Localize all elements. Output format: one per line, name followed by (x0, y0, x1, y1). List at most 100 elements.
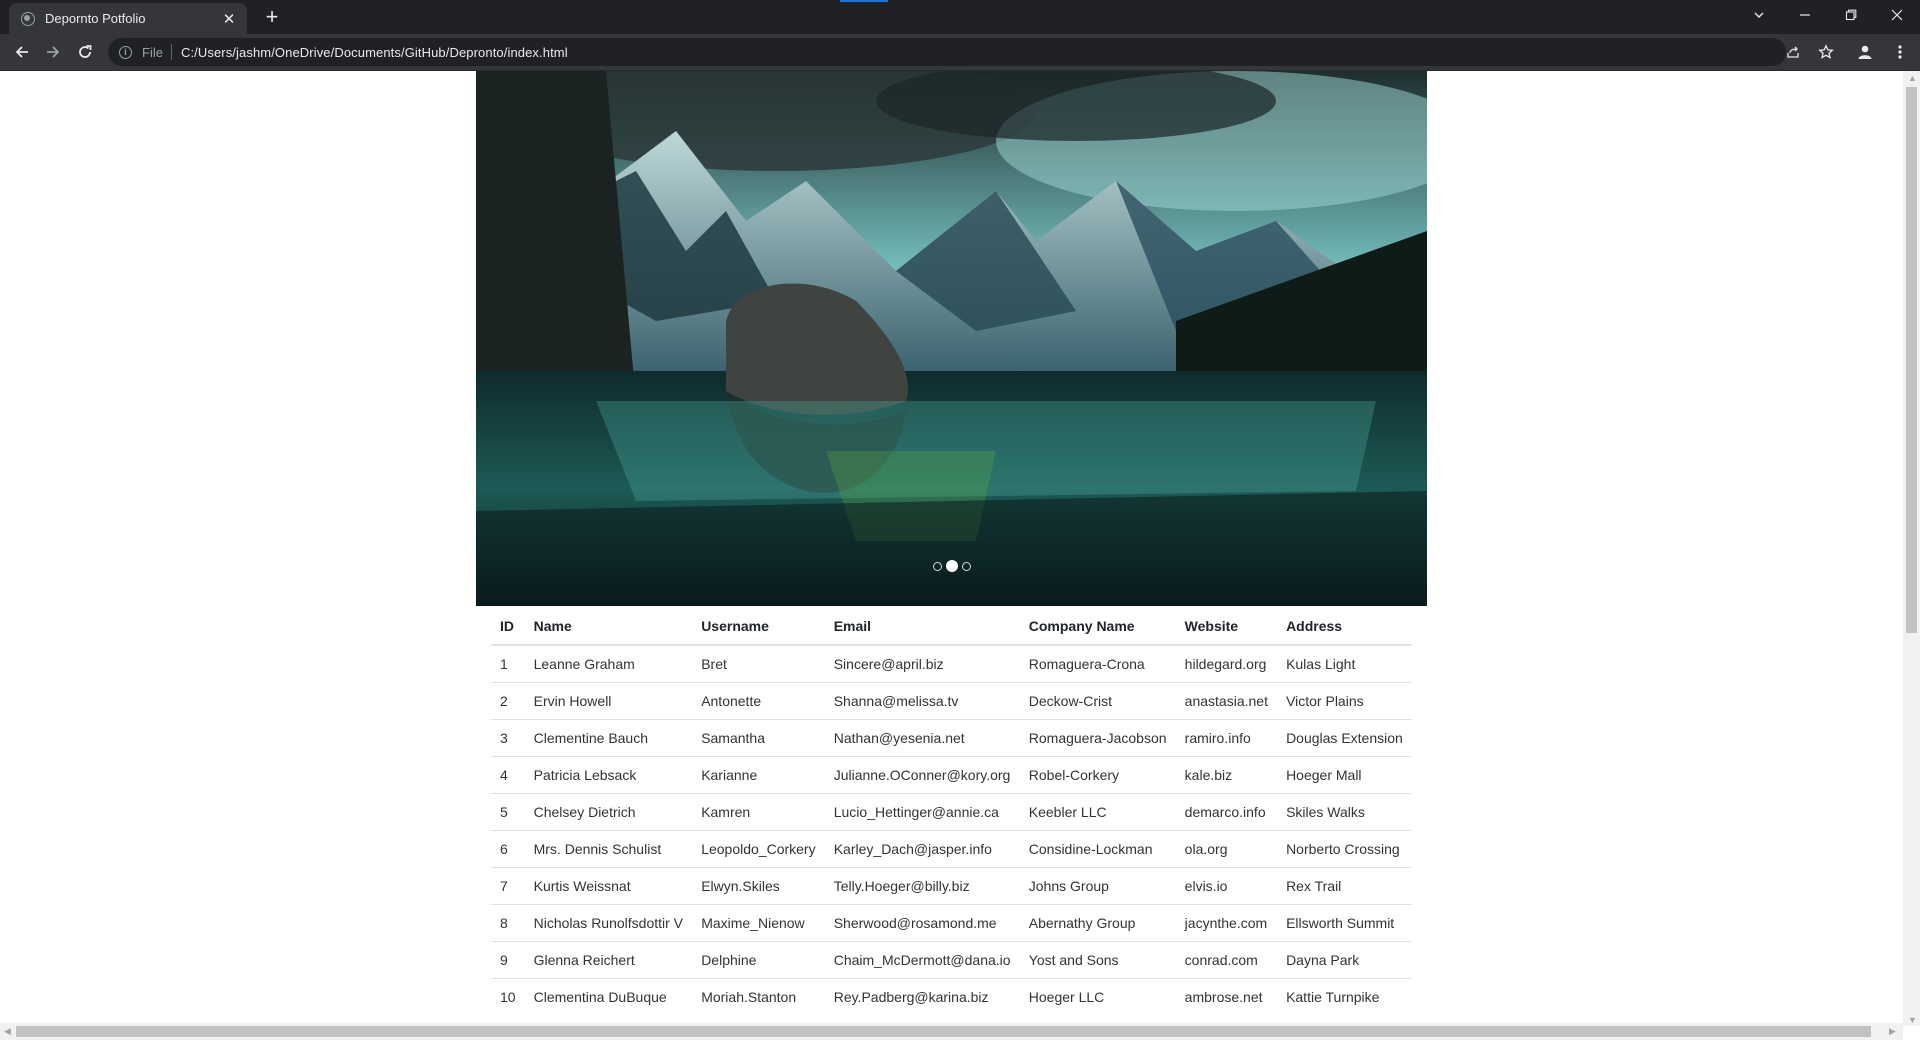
back-icon[interactable] (10, 40, 34, 64)
table-cell: ambrose.net (1175, 978, 1278, 1015)
table-cell: Douglas Extension (1277, 719, 1412, 757)
table-cell: Bret (692, 644, 825, 683)
table-cell: Nicholas Runolfsdottir V (524, 904, 693, 942)
globe-icon (21, 11, 35, 26)
carousel-indicators (476, 560, 1427, 572)
scroll-right-icon[interactable]: ▶ (1889, 1026, 1896, 1037)
horizontal-scroll-thumb[interactable] (16, 1026, 1871, 1037)
share-icon[interactable] (1781, 40, 1805, 64)
bookmark-star-icon[interactable] (1814, 40, 1838, 64)
reload-icon[interactable] (73, 40, 97, 64)
omnibox-divider (170, 44, 172, 60)
profile-icon[interactable] (1853, 40, 1877, 64)
table-cell: Julianne.OConner@kory.org (824, 756, 1020, 794)
table-cell: Moriah.Stanton (692, 978, 825, 1015)
table-cell: Hoeger LLC (1019, 978, 1176, 1015)
table-cell: Chaim_McDermott@dana.io (824, 941, 1020, 979)
table-cell: Hoeger Mall (1277, 756, 1412, 794)
tab-loading-indicator (840, 0, 888, 2)
close-tab-icon[interactable]: ✕ (219, 10, 239, 28)
table-cell: ola.org (1175, 830, 1278, 868)
table-cell: Kamren (692, 793, 825, 831)
table-cell: conrad.com (1175, 941, 1278, 979)
table-cell: Skiles Walks (1277, 793, 1412, 831)
table-row: 2 Ervin Howell Antonette Shanna@melissa.tv D… (491, 682, 1412, 720)
table-cell: Leopoldo_Corkery (692, 830, 825, 868)
carousel-dot-2[interactable] (945, 560, 958, 572)
table-cell: jacynthe.com (1175, 904, 1278, 942)
table-cell: 4 (491, 756, 525, 794)
table-cell: Telly.Hoeger@billy.biz (824, 867, 1020, 905)
table-cell: Deckow-Crist (1019, 682, 1176, 720)
table-cell: 10 (491, 978, 525, 1015)
table-cell: Karley_Dach@jasper.info (824, 830, 1020, 868)
scroll-left-icon[interactable]: ◀ (4, 1026, 11, 1037)
minimize-icon[interactable] (1782, 0, 1828, 30)
table-cell: 6 (491, 830, 525, 868)
users-table-header: ID Name Username Email Company Name Website Ad… (491, 608, 1412, 646)
tab-title: Depornto Potfolio (45, 11, 146, 26)
table-cell: Johns Group (1019, 867, 1176, 905)
table-row: 5 Chelsey Dietrich Kamren Lucio_Hettinger@a… (491, 793, 1412, 831)
tab-strip: Depornto Potfolio ✕ + (0, 0, 1920, 34)
table-cell: Kulas Light (1277, 644, 1412, 683)
table-cell: Victor Plains (1277, 682, 1412, 720)
vertical-scroll-thumb[interactable] (1906, 87, 1917, 633)
table-cell: Sincere@april.biz (824, 644, 1020, 683)
table-cell: Clementine Bauch (524, 719, 693, 757)
table-cell: hildegard.org (1175, 644, 1278, 683)
table-row: 8 Nicholas Runolfsdottir V Maxime_Nienow Sh… (491, 904, 1412, 942)
table-cell: Lucio_Hettinger@annie.ca (824, 793, 1020, 831)
table-cell: Considine-Lockman (1019, 830, 1176, 868)
table-row: 1 Leanne Graham Bret Sincere@april.biz Romag… (491, 644, 1412, 683)
table-cell: Robel-Corkery (1019, 756, 1176, 794)
table-cell: Glenna Reichert (524, 941, 693, 979)
table-cell: 3 (491, 719, 525, 757)
vertical-scrollbar[interactable]: ▲ ▼ (1903, 71, 1920, 1026)
table-cell: demarco.info (1175, 793, 1278, 831)
carousel-dot-3[interactable] (961, 561, 971, 571)
horizontal-scrollbar[interactable]: ◀ ▶ (0, 1023, 1903, 1040)
info-icon[interactable]: i (119, 45, 132, 59)
page-viewport: ID Name Username Email Company Name Website Ad… (0, 71, 1920, 1040)
table-cell: Nathan@yesenia.net (824, 719, 1020, 757)
scroll-up-icon[interactable]: ▲ (1908, 73, 1917, 83)
close-window-icon[interactable] (1874, 0, 1920, 30)
address-bar[interactable]: i File C:/Users/jashm/OneDrive/Documents… (108, 38, 1786, 66)
column-header: Website (1175, 608, 1278, 646)
table-cell: 7 (491, 867, 525, 905)
table-cell: kale.biz (1175, 756, 1278, 794)
carousel-slide-image (476, 71, 1427, 606)
table-cell: Karianne (692, 756, 825, 794)
table-cell: Sherwood@rosamond.me (824, 904, 1020, 942)
table-cell: Chelsey Dietrich (524, 793, 693, 831)
new-tab-icon[interactable]: + (262, 4, 282, 30)
table-cell: 9 (491, 941, 525, 979)
url-text[interactable]: C:/Users/jashm/OneDrive/Documents/GitHub… (181, 45, 568, 60)
table-row: 10 Clementina DuBuque Moriah.Stanton Rey.Pa… (491, 978, 1412, 1015)
table-cell: Shanna@melissa.tv (824, 682, 1020, 720)
table-cell: Elwyn.Skiles (692, 867, 825, 905)
table-cell: Romaguera-Jacobson (1019, 719, 1176, 757)
column-header: Company Name (1019, 608, 1176, 646)
table-cell: Clementina DuBuque (524, 978, 693, 1015)
carousel-dot-1[interactable] (932, 561, 942, 571)
column-header: ID (491, 608, 525, 646)
table-cell: Rey.Padberg@karina.biz (824, 978, 1020, 1015)
tab-search-icon[interactable] (1736, 0, 1782, 30)
table-cell: Kurtis Weissnat (524, 867, 693, 905)
table-cell: anastasia.net (1175, 682, 1278, 720)
forward-icon[interactable] (41, 40, 65, 64)
table-cell: Yost and Sons (1019, 941, 1176, 979)
column-header: Name (524, 608, 693, 646)
restore-icon[interactable] (1828, 0, 1874, 30)
table-cell: Ervin Howell (524, 682, 693, 720)
table-cell: Delphine (692, 941, 825, 979)
table-cell: Kattie Turnpike (1277, 978, 1412, 1015)
tab-active[interactable]: Depornto Potfolio ✕ (9, 3, 247, 34)
scroll-down-icon[interactable]: ▼ (1908, 1015, 1917, 1025)
column-header: Username (692, 608, 825, 646)
hero-carousel[interactable] (476, 71, 1427, 606)
menu-kebab-icon[interactable] (1888, 40, 1912, 64)
table-cell: Patricia Lebsack (524, 756, 693, 794)
